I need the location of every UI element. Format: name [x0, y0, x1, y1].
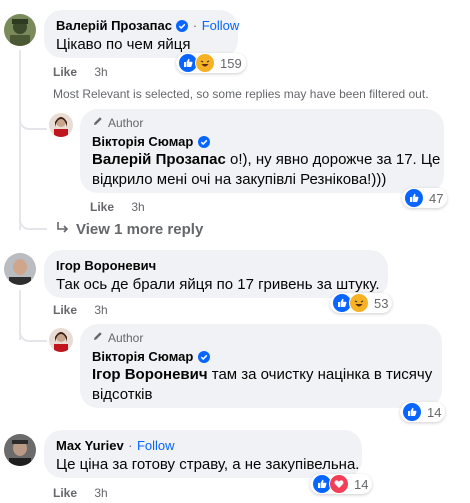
comment-actions: Like 3h: [53, 303, 108, 317]
like-reaction-icon: [404, 188, 424, 208]
avatar[interactable]: [4, 434, 36, 466]
avatar[interactable]: [4, 253, 36, 285]
reaction-summary[interactable]: 14: [400, 402, 446, 422]
view-more-replies-button[interactable]: View 1 more reply: [56, 220, 203, 238]
avatar[interactable]: [49, 113, 73, 137]
comment-actions: Like 3h: [53, 486, 108, 500]
author-label: Author: [108, 115, 144, 130]
pencil-icon: [92, 330, 104, 345]
comment-bubble: Ігор Вороневич Так ось де брали яйця по …: [44, 250, 388, 298]
like-button[interactable]: Like: [53, 486, 77, 500]
like-button[interactable]: Like: [53, 65, 77, 79]
avatar[interactable]: [4, 14, 36, 46]
comment-text: Цікаво по чем яйця: [56, 36, 191, 53]
reply-bubble: Author Вікторія Сюмар Ігор Вороневич там…: [80, 324, 442, 408]
author-badge: Author: [92, 330, 143, 345]
author-badge: Author: [92, 115, 143, 130]
love-reaction-icon: [329, 474, 349, 494]
comment-text: Це ціна за готову страву, а не закупівел…: [56, 456, 360, 473]
reaction-count: 14: [427, 404, 442, 420]
reaction-count: 14: [354, 476, 369, 492]
timestamp[interactable]: 3h: [94, 486, 107, 500]
like-button[interactable]: Like: [53, 303, 77, 317]
commenter-name[interactable]: Вікторія Сюмар: [92, 349, 193, 364]
comment-bubble: Валерій Прозапас · Follow Цікаво по чем …: [44, 10, 240, 58]
reaction-summary[interactable]: 159: [176, 53, 246, 73]
avatar[interactable]: [49, 328, 73, 352]
reaction-count: 47: [429, 190, 444, 206]
haha-reaction-icon: [349, 293, 369, 313]
comment-actions: Like 3h: [90, 200, 145, 214]
comment-bubble: Max Yuriev · Follow Це ціна за готову ст…: [44, 430, 362, 478]
reply-text: Валерій Прозапас о!), ну явно дорожче за…: [92, 151, 441, 188]
follow-button[interactable]: Follow: [137, 438, 175, 453]
haha-reaction-icon: [195, 53, 215, 73]
commenter-name[interactable]: Ігор Вороневич: [56, 258, 156, 273]
reply-arrow-icon: [56, 220, 70, 238]
pencil-icon: [92, 115, 104, 130]
like-reaction-icon: [402, 402, 422, 422]
thread-curve-2a: [19, 312, 47, 342]
reaction-count: 159: [220, 55, 242, 71]
reply-bubble: Author Вікторія Сюмар Валерій Прозапас о…: [80, 109, 444, 193]
reaction-summary[interactable]: 47: [402, 188, 448, 208]
follow-button[interactable]: Follow: [202, 18, 240, 33]
thread-curve-1b: [19, 200, 47, 230]
like-button[interactable]: Like: [90, 200, 114, 214]
mention-link[interactable]: Ігор Вороневич: [92, 366, 208, 383]
commenter-name[interactable]: Вікторія Сюмар: [92, 134, 193, 149]
author-label: Author: [108, 330, 144, 345]
reaction-summary[interactable]: 14: [310, 474, 373, 494]
timestamp[interactable]: 3h: [94, 65, 107, 79]
timestamp[interactable]: 3h: [94, 303, 107, 317]
reaction-summary[interactable]: 53: [330, 293, 393, 313]
comment-text: Так ось де брали яйця по 17 гривень за ш…: [56, 276, 380, 293]
reaction-count: 53: [374, 295, 389, 311]
commenter-name[interactable]: Max Yuriev: [56, 438, 124, 453]
commenter-name[interactable]: Валерій Прозапас: [56, 18, 172, 33]
filter-notice: Most Relevant is selected, so some repli…: [53, 87, 429, 101]
reply-text: Ігор Вороневич там за очистку націнка в …: [92, 366, 433, 403]
comment-actions: Like 3h: [53, 65, 108, 79]
thread-curve-1a: [19, 100, 47, 130]
timestamp[interactable]: 3h: [131, 200, 144, 214]
mention-link[interactable]: Валерій Прозапас: [92, 151, 226, 168]
